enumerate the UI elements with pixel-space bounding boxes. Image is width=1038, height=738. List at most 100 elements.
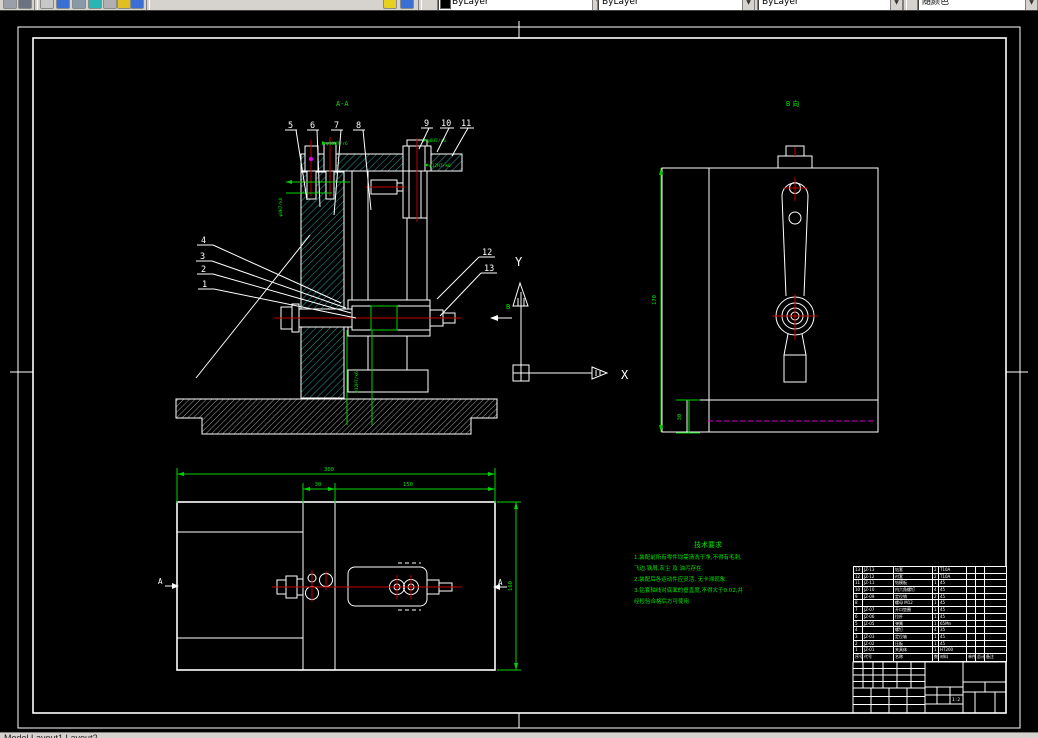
bom-cell-no: 10 bbox=[854, 587, 863, 593]
base-section bbox=[175, 398, 498, 435]
bom-header-remark: 备注 bbox=[986, 654, 994, 659]
color-combobox[interactable]: ByLayer ▼ bbox=[437, 0, 605, 10]
toolbar-icon-undo[interactable] bbox=[40, 0, 54, 9]
note-line: 2.装配后各运动件应灵活, 无卡滞现象. bbox=[634, 577, 727, 583]
bom-cell-name: 螺母 M12 bbox=[894, 600, 933, 607]
note-line: 经检验合格后方可使用. bbox=[634, 599, 691, 605]
lineweight-combobox[interactable]: ByLayer ▼ bbox=[757, 0, 903, 10]
bom-cell-remark bbox=[985, 607, 1006, 613]
bom-cell-name: 定位轴 bbox=[894, 633, 933, 640]
dim-160: 160 bbox=[508, 581, 514, 591]
bom-cell-code: JZ-13 bbox=[863, 567, 894, 573]
table-row: 8 螺母 M12 1 45 bbox=[854, 600, 1006, 608]
bom-cell-weight-unit bbox=[967, 613, 976, 620]
chevron-down-icon[interactable]: ▼ bbox=[1025, 0, 1037, 10]
table-row: 2 JZ-02 压板 1 45 bbox=[854, 640, 1006, 648]
scale-value: 1:2 bbox=[952, 697, 960, 703]
ucs-y-label: Y bbox=[515, 255, 523, 269]
table-row: 4 螺钉 4 35 bbox=[854, 627, 1006, 634]
bom-cell-no: 3 bbox=[854, 633, 863, 640]
toolbar-icon-properties[interactable] bbox=[103, 0, 117, 9]
toolbar-icon-block[interactable] bbox=[400, 0, 414, 9]
b-bottom-dim: 30 bbox=[677, 414, 683, 421]
bom-cell-code: JZ-07 bbox=[863, 607, 894, 613]
bom-cell-name: 钻套 bbox=[894, 567, 933, 573]
bom-cell-weight-total bbox=[976, 580, 985, 587]
fit-left-label: φ8H7/k6 bbox=[278, 197, 284, 216]
layout-tabs[interactable]: Model Layout1 Layout2 bbox=[4, 733, 98, 738]
bom-cell-name: 定位销 bbox=[894, 593, 933, 600]
toolbar-icon-match[interactable] bbox=[383, 0, 397, 9]
toolbar-separator bbox=[146, 0, 150, 10]
bom-cell-weight-unit bbox=[967, 647, 976, 653]
parts-list-table: 13 JZ-13 钻套 2 T10A 12 JZ-12 衬套 2 T10A 11… bbox=[853, 566, 1007, 662]
table-row: 6 JZ-06 拉杆 1 45 bbox=[854, 613, 1006, 621]
linetype-combobox[interactable]: ByLayer ▼ bbox=[597, 0, 755, 10]
bom-cell-weight-unit bbox=[967, 593, 976, 600]
bom-cell-weight-total bbox=[976, 613, 985, 620]
bom-cell-code: JZ-12 bbox=[863, 573, 894, 580]
toolbar-icon-print[interactable] bbox=[18, 0, 32, 9]
table-row: 10 JZ-10 内六角螺钉 4 45 bbox=[854, 587, 1006, 594]
magenta-marker-dot bbox=[308, 156, 314, 162]
bom-cell-name: 弹簧 bbox=[894, 620, 933, 627]
chevron-down-icon[interactable]: ▼ bbox=[742, 0, 754, 10]
color-combobox-value: ByLayer bbox=[452, 0, 489, 7]
bom-cell-weight-total bbox=[976, 600, 985, 607]
toolbar-icon-layer[interactable] bbox=[56, 0, 70, 9]
bom-cell-code: JZ-02 bbox=[863, 640, 894, 647]
bom-cell-remark bbox=[985, 594, 1006, 600]
toolbar-icon-zoom[interactable] bbox=[88, 0, 102, 9]
technical-notes: 技术要求 1.装配前所有零件均需清洗干净,不得有毛刺, 飞边,铁屑,灰尘 及 油… bbox=[634, 540, 804, 608]
bom-cell-remark bbox=[985, 647, 1006, 653]
ucs-icon: Y X bbox=[512, 255, 629, 382]
section-view-label: A-A bbox=[336, 100, 349, 108]
bom-cell-material: 45 bbox=[939, 580, 967, 587]
toolbar-icon-new[interactable] bbox=[3, 0, 17, 9]
layout-tab-strip[interactable]: Model Layout1 Layout2 bbox=[0, 732, 1038, 738]
bom-header-weight-total: 总计 bbox=[977, 654, 985, 661]
bom-header-name: 名称 bbox=[894, 654, 933, 661]
plotstyle-combobox[interactable]: 随颜色 ▼ bbox=[917, 0, 1038, 10]
bom-cell-no: 4 bbox=[854, 627, 863, 633]
bom-cell-name: 钻模板 bbox=[894, 580, 933, 587]
chevron-down-icon[interactable]: ▼ bbox=[890, 0, 902, 10]
parts-list-header: 序号 代号 名称 数量 材料 单件 总计 备注 bbox=[854, 654, 1006, 661]
bom-cell-weight-unit bbox=[967, 573, 976, 580]
bom-cell-no: 6 bbox=[854, 613, 863, 620]
bom-cell-weight-unit bbox=[967, 567, 976, 573]
table-row: 3 JZ-03 定位轴 1 45 bbox=[854, 633, 1006, 641]
bom-cell-code bbox=[863, 627, 894, 633]
bom-cell-code: JZ-05 bbox=[863, 620, 894, 627]
toolbar-icon-open[interactable] bbox=[117, 0, 131, 9]
bom-cell-weight-total bbox=[976, 620, 985, 627]
bom-cell-code: JZ-10 bbox=[863, 587, 894, 593]
bom-cell-no: 8 bbox=[854, 600, 863, 607]
bom-cell-weight-unit bbox=[967, 607, 976, 613]
bom-cell-material: 45 bbox=[939, 600, 967, 607]
plan-dimensions: 300 30 150 160 bbox=[176, 467, 521, 671]
bom-cell-name: 压板 bbox=[894, 640, 933, 647]
toolbar: ByLayer ▼ ByLayer ▼ ByLayer ▼ 随颜色 ▼ bbox=[0, 0, 1038, 11]
bom-cell-code: JZ-01 bbox=[863, 647, 894, 653]
a-marker-left: A bbox=[158, 577, 163, 586]
bom-cell-weight-total bbox=[976, 607, 985, 613]
title-block: 1:2 bbox=[852, 661, 1007, 714]
bom-cell-no: 7 bbox=[854, 607, 863, 613]
column-section bbox=[300, 171, 345, 399]
plotstyle-combobox-value: 随颜色 bbox=[922, 0, 950, 7]
bom-cell-material: 45 bbox=[939, 613, 967, 620]
bom-cell-material: T10A bbox=[939, 567, 967, 573]
toolbar-icon-pan[interactable] bbox=[72, 0, 86, 9]
bom-cell-remark bbox=[985, 614, 1006, 620]
bom-cell-material: HT200 bbox=[939, 647, 967, 653]
plan-view: A A 300 30 150 160 bbox=[158, 467, 521, 671]
note-line: 3.钻套轴线对底面的垂直度,不得大于0.02,并 bbox=[634, 588, 743, 594]
color-swatch bbox=[440, 0, 451, 9]
fit-shaft-label: φ12H7/k6 bbox=[354, 371, 360, 393]
bom-cell-remark bbox=[985, 587, 1006, 593]
bom-cell-name: 衬套 bbox=[894, 573, 933, 580]
bom-cell-material: 45 bbox=[939, 593, 967, 600]
bom-cell-weight-total bbox=[976, 593, 985, 600]
toolbar-icon-save[interactable] bbox=[130, 0, 144, 9]
